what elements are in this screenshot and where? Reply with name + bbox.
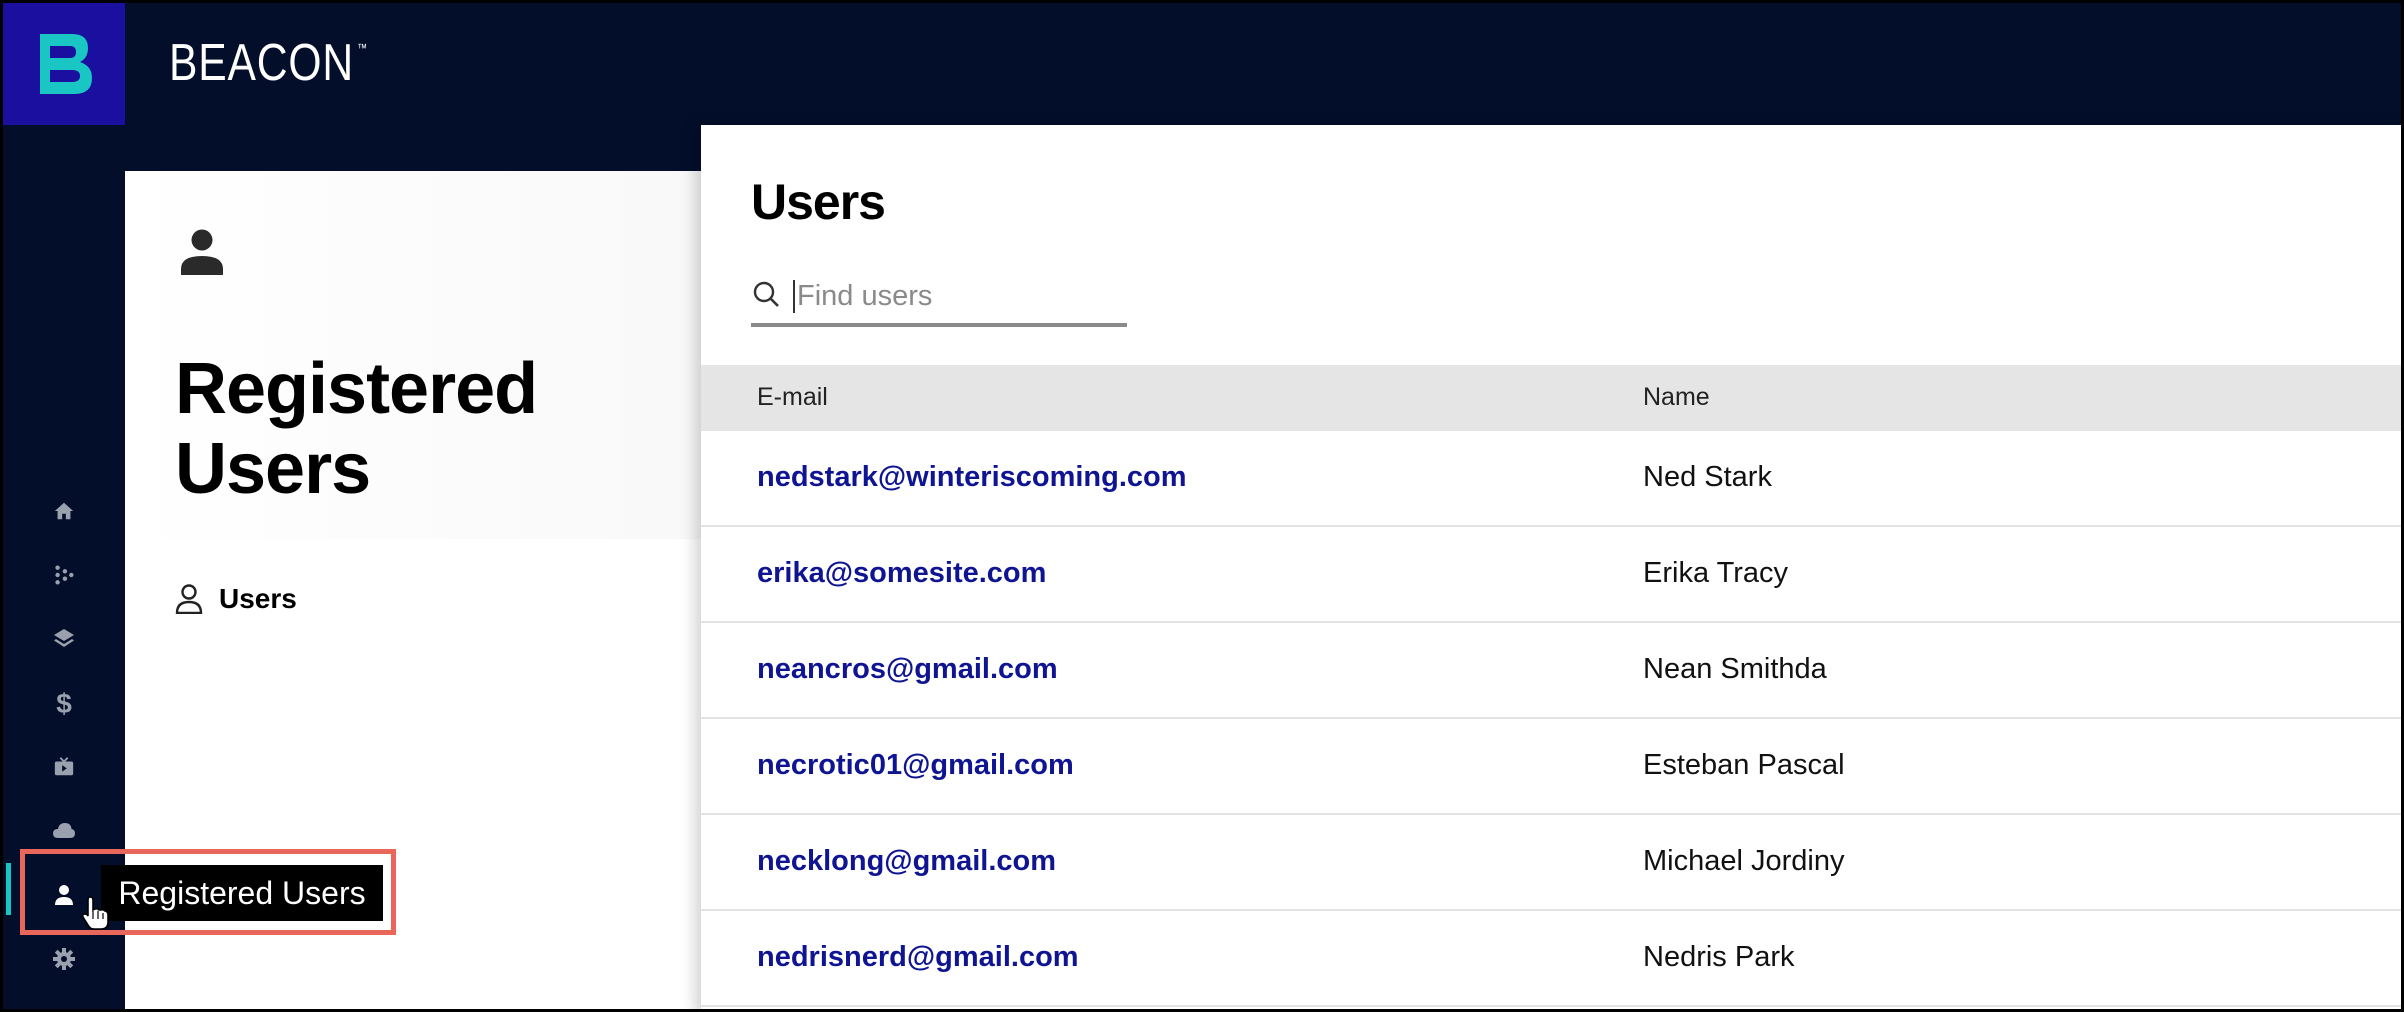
brand-name: BEACON ™ [169, 33, 368, 93]
nav-item-label: Users [219, 583, 297, 614]
dollar-icon[interactable]: $ [48, 687, 80, 719]
user-name: Nean Smithda [1643, 653, 1827, 685]
table-row[interactable]: necklong@gmail.com Michael Jordiny [701, 815, 2401, 911]
user-name: Ned Stark [1643, 461, 1772, 493]
column-header-email[interactable]: E-mail [757, 383, 828, 412]
nav-item-users[interactable]: Users [175, 583, 297, 615]
user-name: Michael Jordiny [1643, 845, 1845, 877]
app-window: BEACON ™ $ Registered Users Users Users … [0, 0, 2404, 1012]
top-bar: BEACON ™ [3, 3, 2401, 125]
table-row[interactable]: erika@somesite.com Erika Tracy [701, 527, 2401, 623]
table-row[interactable]: nedrisnerd@gmail.com Nedris Park [701, 911, 2401, 1007]
user-email-link[interactable]: necklong@gmail.com [757, 845, 1056, 878]
page-title: Registered Users [175, 349, 538, 509]
person-icon [181, 229, 223, 280]
users-main-panel: Users E-mail Name nedstark@winteriscomin… [701, 125, 2401, 1009]
table-row[interactable]: neancros@gmail.com Nean Smithda [701, 623, 2401, 719]
search-input[interactable] [793, 279, 1113, 313]
gear-icon[interactable] [48, 943, 80, 975]
svg-text:$: $ [56, 689, 72, 717]
main-title: Users [751, 174, 886, 230]
user-name: Nedris Park [1643, 941, 1795, 973]
beacon-logo[interactable] [3, 3, 125, 125]
user-email-link[interactable]: erika@somesite.com [757, 557, 1046, 590]
search-box[interactable] [751, 269, 1127, 327]
user-outline-icon [175, 584, 203, 614]
user-name: Esteban Pascal [1643, 749, 1845, 781]
user-email-link[interactable]: neancros@gmail.com [757, 653, 1058, 686]
brand-trademark: ™ [357, 41, 368, 55]
cloud-icon[interactable] [48, 815, 80, 847]
layers-icon[interactable] [48, 623, 80, 655]
rail-tooltip: Registered Users [101, 865, 383, 921]
table-header: E-mail Name [701, 365, 2401, 431]
beacon-logo-icon [32, 34, 92, 94]
table-row[interactable]: nedstark@winteriscoming.com Ned Stark [701, 431, 2401, 527]
active-indicator [6, 863, 11, 915]
user-name: Erika Tracy [1643, 557, 1789, 589]
user-email-link[interactable]: nedrisnerd@gmail.com [757, 941, 1079, 974]
column-header-name[interactable]: Name [1643, 383, 1710, 412]
hand-cursor-icon [81, 895, 111, 936]
brand-text: BEACON [169, 34, 354, 92]
table-row[interactable]: necrotic01@gmail.com Esteban Pascal [701, 719, 2401, 815]
flow-icon[interactable] [48, 559, 80, 591]
user-email-link[interactable]: nedstark@winteriscoming.com [757, 461, 1187, 494]
home-icon[interactable] [48, 495, 80, 527]
tv-icon[interactable] [48, 751, 80, 783]
user-email-link[interactable]: necrotic01@gmail.com [757, 749, 1074, 782]
search-icon [751, 279, 781, 314]
